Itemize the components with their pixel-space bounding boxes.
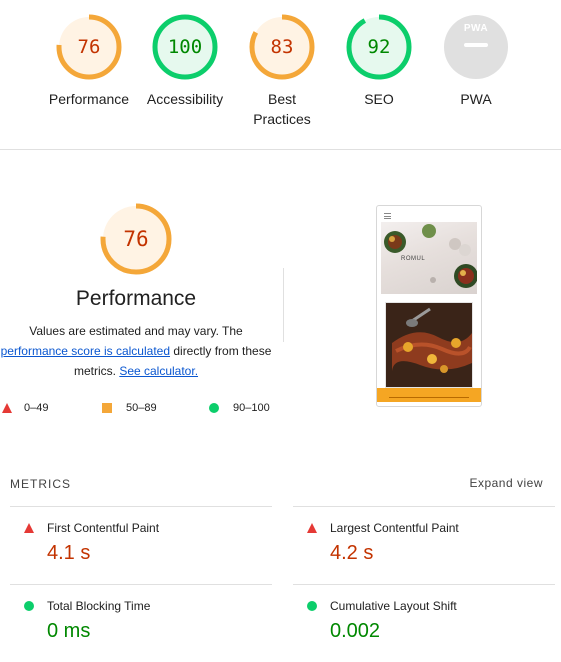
metric-title: Cumulative Layout Shift <box>330 599 457 613</box>
featured-dish-image <box>385 302 473 388</box>
section-divider <box>283 268 284 342</box>
gauge-score: 92 <box>367 36 391 58</box>
performance-gauge: 76 <box>98 201 174 277</box>
metric-value: 0.002 <box>330 620 381 642</box>
legend-label-fail: 0–49 <box>24 402 49 414</box>
gauge-label-line: Practices <box>253 111 311 127</box>
gauge-ring: PWA <box>441 12 511 82</box>
gauge-label: Best Practices <box>227 89 337 129</box>
pwa-logo-text: PWA <box>463 23 489 34</box>
gauge-score: 76 <box>77 36 101 58</box>
gauge-score: 100 <box>167 36 203 58</box>
grilled-dish-image <box>386 303 472 387</box>
description-text: directly from these <box>170 344 272 358</box>
gauge-pwa[interactable]: PWA PWA <box>421 12 531 109</box>
gauge-score: 83 <box>270 36 294 58</box>
performance-title: Performance <box>75 287 197 310</box>
triangle-fail-icon <box>24 523 34 533</box>
metric-title: Total Blocking Time <box>47 599 151 613</box>
circle-pass-icon <box>307 601 317 611</box>
food-bowls-image <box>384 224 478 288</box>
metric-total-blocking-time: Total Blocking Time 0 ms <box>10 584 272 662</box>
hamburger-menu-icon <box>384 213 391 221</box>
score-legend: 0–49 50–89 90–100 <box>0 400 290 416</box>
gauge-best-practices[interactable]: 83 Best Practices <box>227 12 337 129</box>
gauge-label: Performance <box>48 91 130 107</box>
pwa-dash-icon <box>464 43 488 47</box>
page-screenshot-thumbnail[interactable]: ROMUL <box>376 205 482 407</box>
gauge-seo[interactable]: 92 SEO <box>324 12 434 109</box>
hero-food-image: ROMUL <box>381 222 478 294</box>
circle-pass-icon <box>24 601 34 611</box>
category-gauges: 76 Performance 100 Accessibility 83 Best… <box>0 0 561 150</box>
gauge-ring: 100 <box>150 12 220 82</box>
triangle-fail-icon <box>307 523 317 533</box>
legend-label-average: 50–89 <box>126 402 157 414</box>
gauge-label: SEO <box>364 91 394 107</box>
metric-largest-contentful-paint: Largest Contentful Paint 4.2 s <box>293 506 555 584</box>
description-text: Values are estimated and may vary. The <box>29 324 243 338</box>
gauge-performance[interactable]: 76 Performance <box>34 12 144 109</box>
expand-view-button[interactable]: Expand view <box>469 476 543 490</box>
metric-cumulative-layout-shift: Cumulative Layout Shift 0.002 <box>293 584 555 662</box>
gauge-ring: 76 <box>54 12 124 82</box>
metric-value: 4.2 s <box>330 542 374 564</box>
performance-score: 76 <box>123 227 149 251</box>
legend-label-pass: 90–100 <box>233 402 270 414</box>
score-calculation-link[interactable]: performance score is calculated <box>1 344 170 358</box>
gauge-label: Accessibility <box>146 91 224 107</box>
metric-title: Largest Contentful Paint <box>330 521 459 535</box>
square-average-icon <box>102 403 112 413</box>
gauge-accessibility[interactable]: 100 Accessibility <box>130 12 240 109</box>
page-footer-bar <box>377 388 481 402</box>
metric-value: 0 ms <box>47 620 91 642</box>
gauge-label: PWA <box>460 91 492 107</box>
triangle-fail-icon <box>2 403 12 413</box>
gauge-label-line: Best <box>267 91 296 107</box>
metric-title: First Contentful Paint <box>47 521 160 535</box>
description-text: metrics. <box>73 364 120 378</box>
metrics-heading: METRICS <box>10 477 71 491</box>
site-brand-text: ROMUL <box>401 256 426 262</box>
gauge-ring: 83 <box>247 12 317 82</box>
metric-value: 4.1 s <box>47 542 91 564</box>
circle-pass-icon <box>209 403 219 413</box>
see-calculator-link[interactable]: See calculator. <box>119 364 198 378</box>
gauge-ring: 92 <box>344 12 414 82</box>
performance-description: Values are estimated and may vary. The p… <box>0 321 272 381</box>
metric-first-contentful-paint: First Contentful Paint 4.1 s <box>10 506 272 584</box>
